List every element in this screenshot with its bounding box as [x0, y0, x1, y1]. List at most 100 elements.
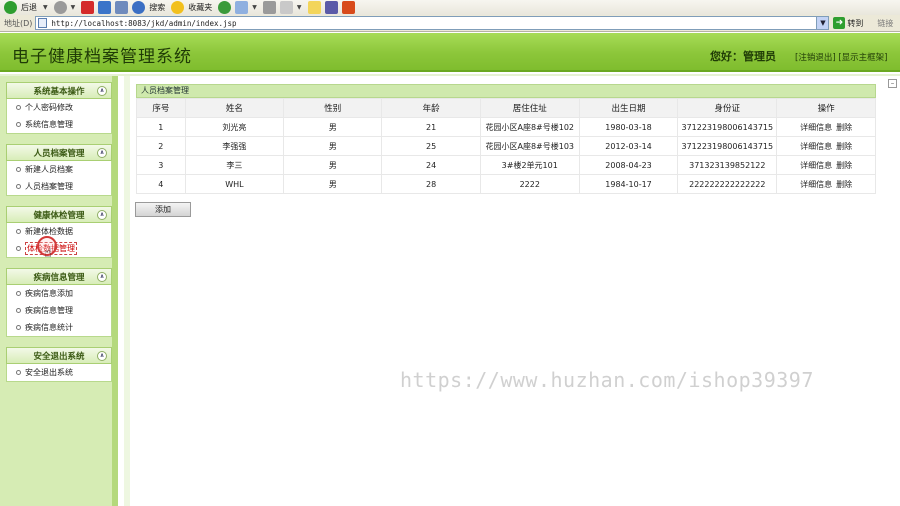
table-header-row: 序号 姓名 性别 年龄 居住住址 出生日期 身份证 操作 [137, 99, 875, 117]
delete-link[interactable]: 删除 [836, 123, 852, 132]
sidebar-item-label[interactable]: 新建人员档案 [25, 164, 73, 175]
back-icon[interactable] [4, 1, 17, 14]
messenger-icon[interactable] [324, 1, 338, 14]
collapse-icon[interactable]: ∧ [97, 272, 107, 282]
history-icon[interactable] [218, 1, 232, 14]
sidebar-item-label[interactable]: 疾病信息添加 [25, 288, 73, 299]
go-arrow-icon[interactable]: ➜ [833, 17, 846, 29]
cell-gender: 男 [284, 156, 382, 174]
forward-dropdown-icon[interactable]: ▼ [71, 4, 76, 11]
back-button-label[interactable]: 后退 [21, 2, 37, 13]
detail-link[interactable]: 详细信息 [800, 161, 832, 170]
cell-address: 3#楼2单元101 [480, 156, 579, 174]
sidebar-item-system-info[interactable]: 系统信息管理 [7, 116, 111, 133]
edit-icon[interactable] [279, 1, 293, 14]
sidebar-item-label[interactable]: 疾病信息管理 [25, 305, 73, 316]
cell-address: 花园小区A座8#号楼103 [480, 137, 579, 155]
sidebar-item-label[interactable]: 系统信息管理 [25, 119, 73, 130]
sidebar-item-manage-disease[interactable]: 疾病信息管理 [7, 302, 111, 319]
column-header: 姓名 [185, 99, 284, 117]
print-icon[interactable] [262, 1, 276, 14]
show-main-frame-link[interactable]: [显示主框架] [838, 53, 887, 63]
user-greeting: 您好：管理员 [710, 50, 776, 63]
favorites-star-icon[interactable] [171, 1, 185, 14]
links-button[interactable]: 链接 [877, 18, 893, 29]
table-row: 4 WHL 男 28 2222 1984-10-17 2222222222222… [137, 175, 875, 193]
address-dropdown-icon[interactable]: ▼ [816, 17, 829, 29]
forward-icon[interactable] [53, 1, 67, 14]
collapse-icon[interactable]: ∧ [97, 210, 107, 220]
delete-link[interactable]: 删除 [836, 142, 852, 151]
sidebar-item-add-disease[interactable]: 疾病信息添加 [7, 285, 111, 302]
bullet-icon [16, 291, 21, 296]
detail-link[interactable]: 详细信息 [800, 123, 832, 132]
cell-birth-date: 1980-03-18 [579, 118, 678, 136]
cell-gender: 男 [284, 137, 382, 155]
cell-age: 25 [382, 137, 480, 155]
sidebar-group-header[interactable]: 疾病信息管理 ∧ [6, 268, 112, 285]
sidebar-item-new-record[interactable]: 新建人员档案 [7, 161, 111, 178]
collapse-icon[interactable]: ∧ [97, 351, 107, 361]
cell-age: 28 [382, 175, 480, 193]
cell-id-card: 371323139852122 [678, 156, 777, 174]
go-button-label[interactable]: 转到 [847, 18, 863, 29]
address-bar: 地址(D) http://localhost:8083/jkd/admin/in… [0, 15, 900, 32]
refresh-icon[interactable] [98, 1, 112, 14]
cell-name: WHL [185, 175, 284, 193]
sidebar-group-logout: 安全退出系统 ∧ 安全退出系统 [6, 347, 112, 382]
collapse-icon[interactable]: ∧ [97, 86, 107, 96]
minimize-icon[interactable]: – [888, 79, 897, 88]
stop-icon[interactable] [81, 1, 95, 14]
search-icon[interactable] [132, 1, 146, 14]
delete-link[interactable]: 删除 [836, 180, 852, 189]
cell-age: 21 [382, 118, 480, 136]
back-dropdown-icon[interactable]: ▼ [43, 4, 48, 11]
cell-name: 刘光亮 [185, 118, 284, 136]
header-links: [注销退出] [显示主框架] [795, 51, 887, 63]
address-label: 地址(D) [4, 18, 33, 28]
mail-dropdown-icon[interactable]: ▼ [252, 4, 257, 11]
sidebar-group-header[interactable]: 系统基本操作 ∧ [6, 82, 112, 99]
cell-id-card: 371223198006143715 [678, 118, 777, 136]
add-button[interactable]: 添加 [135, 202, 191, 217]
app-header: 电子健康档案管理系统 您好：管理员 [注销退出] [显示主框架] [0, 33, 900, 72]
sidebar-group-header[interactable]: 健康体检管理 ∧ [6, 206, 112, 223]
sidebar-item-new-checkup[interactable]: 新建体检数据 [7, 223, 111, 240]
edit-dropdown-icon[interactable]: ▼ [297, 4, 302, 11]
research-icon[interactable] [341, 1, 355, 14]
page-icon [38, 18, 48, 28]
sidebar-item-manage-checkups[interactable]: 体检数据管理 [7, 240, 111, 257]
cell-actions: 详细信息 删除 [777, 156, 875, 174]
sidebar-group-header[interactable]: 安全退出系统 ∧ [6, 347, 112, 364]
collapse-icon[interactable]: ∧ [97, 148, 107, 158]
home-icon[interactable] [115, 1, 129, 14]
favorites-button-label[interactable]: 收藏夹 [188, 2, 212, 13]
sidebar-item-label[interactable]: 安全退出系统 [25, 367, 73, 378]
cell-birth-date: 2008-04-23 [579, 156, 678, 174]
sidebar-item-disease-stats[interactable]: 疾病信息统计 [7, 319, 111, 336]
column-header: 年龄 [382, 99, 480, 117]
address-input[interactable]: http://localhost:8083/jkd/admin/index.js… [35, 16, 830, 30]
sidebar-item-safe-exit[interactable]: 安全退出系统 [7, 364, 111, 381]
mail-icon[interactable] [235, 1, 249, 14]
go-button[interactable]: ➜ 转到 [833, 17, 863, 29]
column-header: 操作 [777, 99, 875, 117]
detail-link[interactable]: 详细信息 [800, 180, 832, 189]
cell-actions: 详细信息 删除 [777, 137, 875, 155]
sidebar-item-label[interactable]: 人员档案管理 [25, 181, 73, 192]
sidebar-item-change-password[interactable]: 个人密码修改 [7, 99, 111, 116]
sidebar-item-label[interactable]: 个人密码修改 [25, 102, 73, 113]
detail-link[interactable]: 详细信息 [800, 142, 832, 151]
cell-index: 4 [137, 175, 185, 193]
delete-link[interactable]: 删除 [836, 161, 852, 170]
address-url[interactable]: http://localhost:8083/jkd/admin/index.js… [51, 19, 236, 28]
sidebar-item-manage-records[interactable]: 人员档案管理 [7, 178, 111, 195]
sidebar-group-header[interactable]: 人员档案管理 ∧ [6, 144, 112, 161]
logout-link[interactable]: [注销退出] [795, 53, 836, 63]
sidebar-item-label[interactable]: 疾病信息统计 [25, 322, 73, 333]
bullet-icon [16, 246, 21, 251]
cell-name: 李强强 [185, 137, 284, 155]
cell-address: 2222 [480, 175, 579, 193]
folder-icon[interactable] [307, 1, 321, 14]
search-button-label[interactable]: 搜索 [149, 2, 165, 13]
